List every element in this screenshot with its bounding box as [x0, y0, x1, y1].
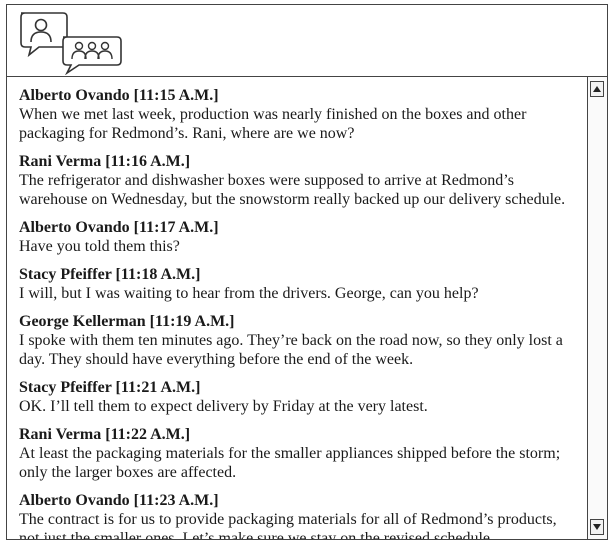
message-text: At least the packaging materials for the…: [19, 445, 561, 481]
message-timestamp: [11:22 A.M.]: [105, 426, 191, 443]
message-sender: George Kellerman: [19, 313, 146, 330]
arrow-down-icon: [593, 524, 601, 530]
message-text: The refrigerator and dishwasher boxes we…: [19, 172, 566, 208]
chat-bubbles-people-icon: [20, 12, 122, 75]
message-list: Alberto Ovando [11:15 A.M.] When we met l…: [7, 77, 589, 539]
chat-message: Stacy Pfeiffer [11:18 A.M.] I will, but I…: [19, 266, 589, 303]
message-sender: Alberto Ovando: [19, 219, 130, 236]
message-text: When we met last week, production was ne…: [19, 106, 527, 142]
message-text: I will, but I was waiting to hear from t…: [19, 285, 479, 302]
message-timestamp: [11:19 A.M.]: [149, 313, 235, 330]
message-sender: Rani Verma: [19, 426, 102, 443]
message-header: Alberto Ovando [11:23 A.M.]: [19, 492, 589, 510]
message-text: Have you told them this?: [19, 238, 180, 255]
chat-header: [7, 5, 607, 77]
message-header: Alberto Ovando [11:17 A.M.]: [19, 219, 589, 237]
message-sender: Alberto Ovando: [19, 492, 130, 509]
message-timestamp: [11:16 A.M.]: [105, 153, 191, 170]
message-timestamp: [11:21 A.M.]: [115, 379, 201, 396]
message-timestamp: [11:17 A.M.]: [133, 219, 219, 236]
arrow-up-icon: [593, 86, 601, 92]
message-sender: Stacy Pfeiffer: [19, 266, 112, 283]
vertical-scrollbar[interactable]: [587, 77, 607, 539]
chat-message: Stacy Pfeiffer [11:21 A.M.] OK. I’ll tell…: [19, 379, 589, 416]
chat-message: Alberto Ovando [11:23 A.M.] The contract …: [19, 492, 589, 539]
chat-window: Alberto Ovando [11:15 A.M.] When we met l…: [6, 4, 608, 540]
message-header: Stacy Pfeiffer [11:21 A.M.]: [19, 379, 589, 397]
chat-message: Rani Verma [11:22 A.M.] At least the pack…: [19, 426, 589, 482]
chat-message: Rani Verma [11:16 A.M.] The refrigerator …: [19, 153, 589, 209]
message-timestamp: [11:18 A.M.]: [115, 266, 201, 283]
message-sender: Rani Verma: [19, 153, 102, 170]
scroll-up-button[interactable]: [590, 81, 604, 97]
chat-message: George Kellerman [11:19 A.M.] I spoke wit…: [19, 313, 589, 369]
message-header: Rani Verma [11:22 A.M.]: [19, 426, 589, 444]
message-sender: Stacy Pfeiffer: [19, 379, 112, 396]
message-header: Stacy Pfeiffer [11:18 A.M.]: [19, 266, 589, 284]
scroll-down-button[interactable]: [590, 519, 604, 535]
message-header: George Kellerman [11:19 A.M.]: [19, 313, 589, 331]
chat-message: Alberto Ovando [11:15 A.M.] When we met l…: [19, 87, 589, 143]
message-header: Alberto Ovando [11:15 A.M.]: [19, 87, 589, 105]
message-text: The contract is for us to provide packag…: [19, 511, 557, 539]
message-text: OK. I’ll tell them to expect delivery by…: [19, 398, 428, 415]
message-header: Rani Verma [11:16 A.M.]: [19, 153, 589, 171]
message-sender: Alberto Ovando: [19, 87, 130, 104]
message-timestamp: [11:15 A.M.]: [133, 87, 219, 104]
chat-message: Alberto Ovando [11:17 A.M.] Have you told…: [19, 219, 589, 256]
message-timestamp: [11:23 A.M.]: [133, 492, 219, 509]
message-text: I spoke with them ten minutes ago. They’…: [19, 332, 563, 368]
